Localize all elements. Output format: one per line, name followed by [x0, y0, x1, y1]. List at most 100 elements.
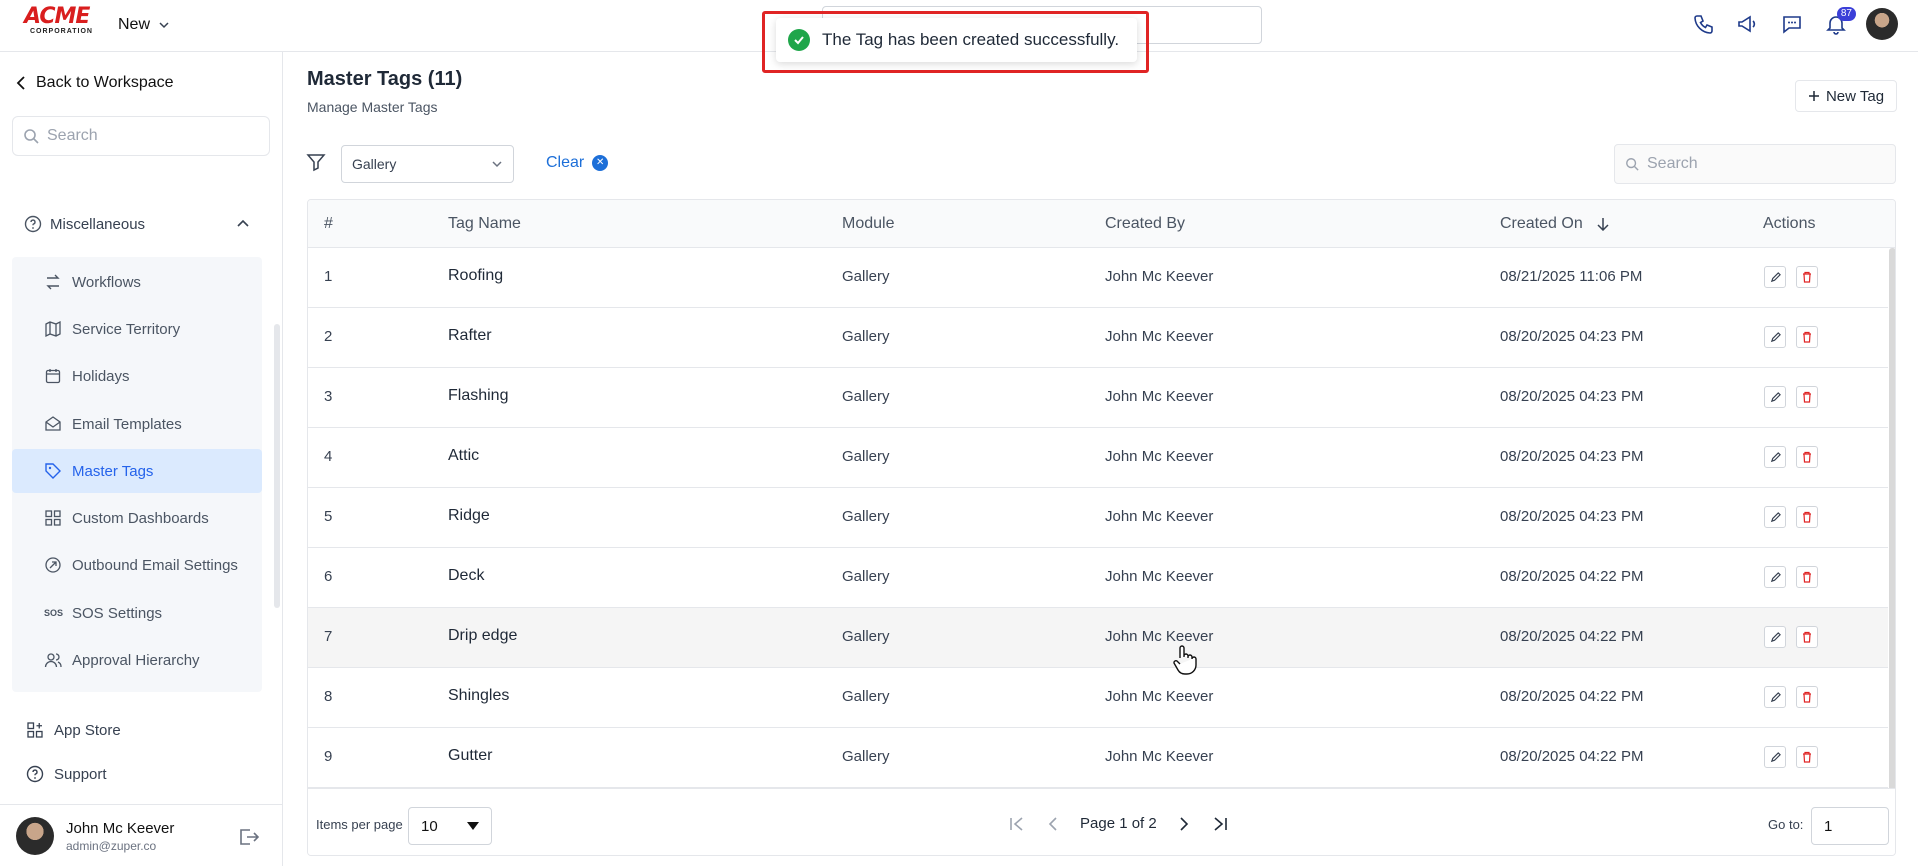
table-scrollbar[interactable]: [1889, 248, 1895, 808]
sidebar-item-label: Email Templates: [72, 415, 182, 433]
edit-button[interactable]: [1764, 506, 1786, 528]
column-header-actions: Actions: [1763, 215, 1816, 232]
next-page-icon[interactable]: [1177, 816, 1191, 832]
delete-button[interactable]: [1796, 746, 1818, 768]
table-row[interactable]: 9 Gutter Gallery John Mc Keever 08/20/2025 0…: [308, 728, 1888, 788]
row-module: Gallery: [842, 388, 890, 405]
row-tag-name: Gutter: [448, 747, 493, 764]
table-search-input[interactable]: Search: [1614, 144, 1896, 184]
column-header-created-on[interactable]: Created On: [1500, 215, 1609, 233]
sidebar-item-label: Master Tags: [72, 462, 154, 480]
table-row[interactable]: 5 Ridge Gallery John Mc Keever 08/20/2025 04…: [308, 488, 1888, 548]
column-header-created-by[interactable]: Created By: [1105, 215, 1185, 233]
edit-button[interactable]: [1764, 326, 1786, 348]
delete-button[interactable]: [1796, 266, 1818, 288]
trash-icon: [1803, 331, 1811, 343]
edit-button[interactable]: [1764, 686, 1786, 708]
megaphone-icon[interactable]: [1734, 10, 1762, 38]
edit-button[interactable]: [1764, 566, 1786, 588]
notification-badge: 87: [1836, 7, 1856, 21]
row-created-by: John Mc Keever: [1105, 628, 1214, 645]
question-circle-icon: [26, 765, 44, 783]
table-row[interactable]: 1 Roofing Gallery John Mc Keever 08/21/2025 …: [308, 248, 1888, 308]
hand-cursor-icon: [1173, 645, 1197, 675]
sidebar-item-approval-hierarchy[interactable]: Approval Hierarchy: [12, 638, 262, 682]
chat-icon[interactable]: [1778, 10, 1806, 38]
filter-icon[interactable]: [306, 152, 326, 172]
company-logo[interactable]: ACME CORPORATION: [24, 6, 94, 40]
sidebar-item-app-store[interactable]: App Store: [26, 721, 121, 739]
sidebar-item-service-territory[interactable]: Service Territory: [12, 307, 262, 351]
page-title: Master Tags (11): [307, 68, 463, 90]
sidebar-section-miscellaneous[interactable]: Miscellaneous: [24, 215, 250, 233]
bell-icon[interactable]: 87: [1822, 7, 1856, 38]
pencil-icon: [1770, 631, 1781, 642]
table-row[interactable]: 6 Deck Gallery John Mc Keever 08/20/2025 04:…: [308, 548, 1888, 608]
sidebar-item-workflows[interactable]: Workflows: [12, 260, 262, 304]
page-indicator: Page 1 of 2: [1080, 815, 1157, 832]
table-row[interactable]: 8 Shingles Gallery John Mc Keever 08/20/2025…: [308, 668, 1888, 728]
check-circle-icon: [788, 29, 810, 51]
row-number: 6: [324, 568, 333, 585]
row-created-by: John Mc Keever: [1105, 328, 1214, 345]
table-search-placeholder: Search: [1647, 155, 1698, 172]
avatar[interactable]: [16, 817, 54, 855]
delete-button[interactable]: [1796, 626, 1818, 648]
logout-icon[interactable]: [238, 827, 260, 847]
sidebar-item-sos-settings[interactable]: SOS SOS Settings: [12, 591, 262, 635]
sidebar-item-outbound-email-settings[interactable]: Outbound Email Settings: [12, 543, 262, 587]
delete-button[interactable]: [1796, 446, 1818, 468]
edit-button[interactable]: [1764, 266, 1786, 288]
table-row[interactable]: 4 Attic Gallery John Mc Keever 08/20/2025 04…: [308, 428, 1888, 488]
last-page-icon[interactable]: [1211, 816, 1229, 832]
sidebar-item-support[interactable]: Support: [26, 765, 107, 783]
back-to-workspace-link[interactable]: Back to Workspace: [16, 74, 174, 92]
new-tag-button[interactable]: New Tag: [1795, 80, 1897, 112]
tags-table: # Tag Name Module Created By Created On …: [307, 199, 1896, 856]
sidebar-item-email-templates[interactable]: Email Templates: [12, 402, 262, 446]
goto-label: Go to:: [1768, 817, 1804, 832]
sidebar-item-master-tags[interactable]: Master Tags: [12, 449, 262, 493]
column-header-module[interactable]: Module: [842, 215, 894, 233]
delete-button[interactable]: [1796, 566, 1818, 588]
sidebar-item-holidays[interactable]: Holidays: [12, 354, 262, 398]
table-row[interactable]: 2 Rafter Gallery John Mc Keever 08/20/2025 0…: [308, 308, 1888, 368]
row-tag-name: Drip edge: [448, 627, 518, 644]
sidebar-scrollbar[interactable]: [274, 324, 280, 608]
edit-button[interactable]: [1764, 446, 1786, 468]
column-header-tag-name[interactable]: Tag Name: [448, 215, 521, 233]
edit-button[interactable]: [1764, 626, 1786, 648]
module-filter-select[interactable]: Gallery: [341, 145, 514, 183]
row-created-on: 08/20/2025 04:23 PM: [1500, 328, 1644, 345]
phone-icon[interactable]: [1690, 10, 1718, 38]
row-tag-name: Ridge: [448, 507, 490, 524]
edit-button[interactable]: [1764, 746, 1786, 768]
sidebar-search-input[interactable]: Search: [12, 116, 270, 156]
delete-button[interactable]: [1796, 506, 1818, 528]
row-created-by: John Mc Keever: [1105, 688, 1214, 705]
logo-text: ACME: [24, 4, 90, 29]
table-row[interactable]: 3 Flashing Gallery John Mc Keever 08/20/2025…: [308, 368, 1888, 428]
outbound-icon: [45, 557, 61, 573]
new-menu-button[interactable]: New: [118, 16, 170, 34]
goto-page-input[interactable]: 1: [1811, 807, 1889, 845]
chevron-up-icon: [237, 219, 249, 227]
delete-button[interactable]: [1796, 686, 1818, 708]
items-per-page-select[interactable]: 10: [408, 807, 492, 845]
email-icon: [45, 416, 61, 431]
sidebar-item-custom-dashboards[interactable]: Custom Dashboards: [12, 496, 262, 540]
clear-filter-button[interactable]: Clear ✕: [546, 154, 609, 172]
first-page-icon[interactable]: [1008, 816, 1026, 832]
section-label: Miscellaneous: [50, 215, 146, 233]
tag-icon: [45, 463, 61, 479]
edit-button[interactable]: [1764, 386, 1786, 408]
goto-value: 1: [1824, 817, 1833, 835]
trash-icon: [1803, 451, 1811, 463]
delete-button[interactable]: [1796, 386, 1818, 408]
chevron-down-icon: [159, 22, 169, 29]
user-avatar[interactable]: [1866, 8, 1898, 40]
previous-page-icon[interactable]: [1046, 816, 1060, 832]
delete-button[interactable]: [1796, 326, 1818, 348]
table-row[interactable]: 7 Drip edge Gallery John Mc Keever 08/20/202…: [308, 608, 1888, 668]
question-circle-icon: [24, 215, 42, 233]
